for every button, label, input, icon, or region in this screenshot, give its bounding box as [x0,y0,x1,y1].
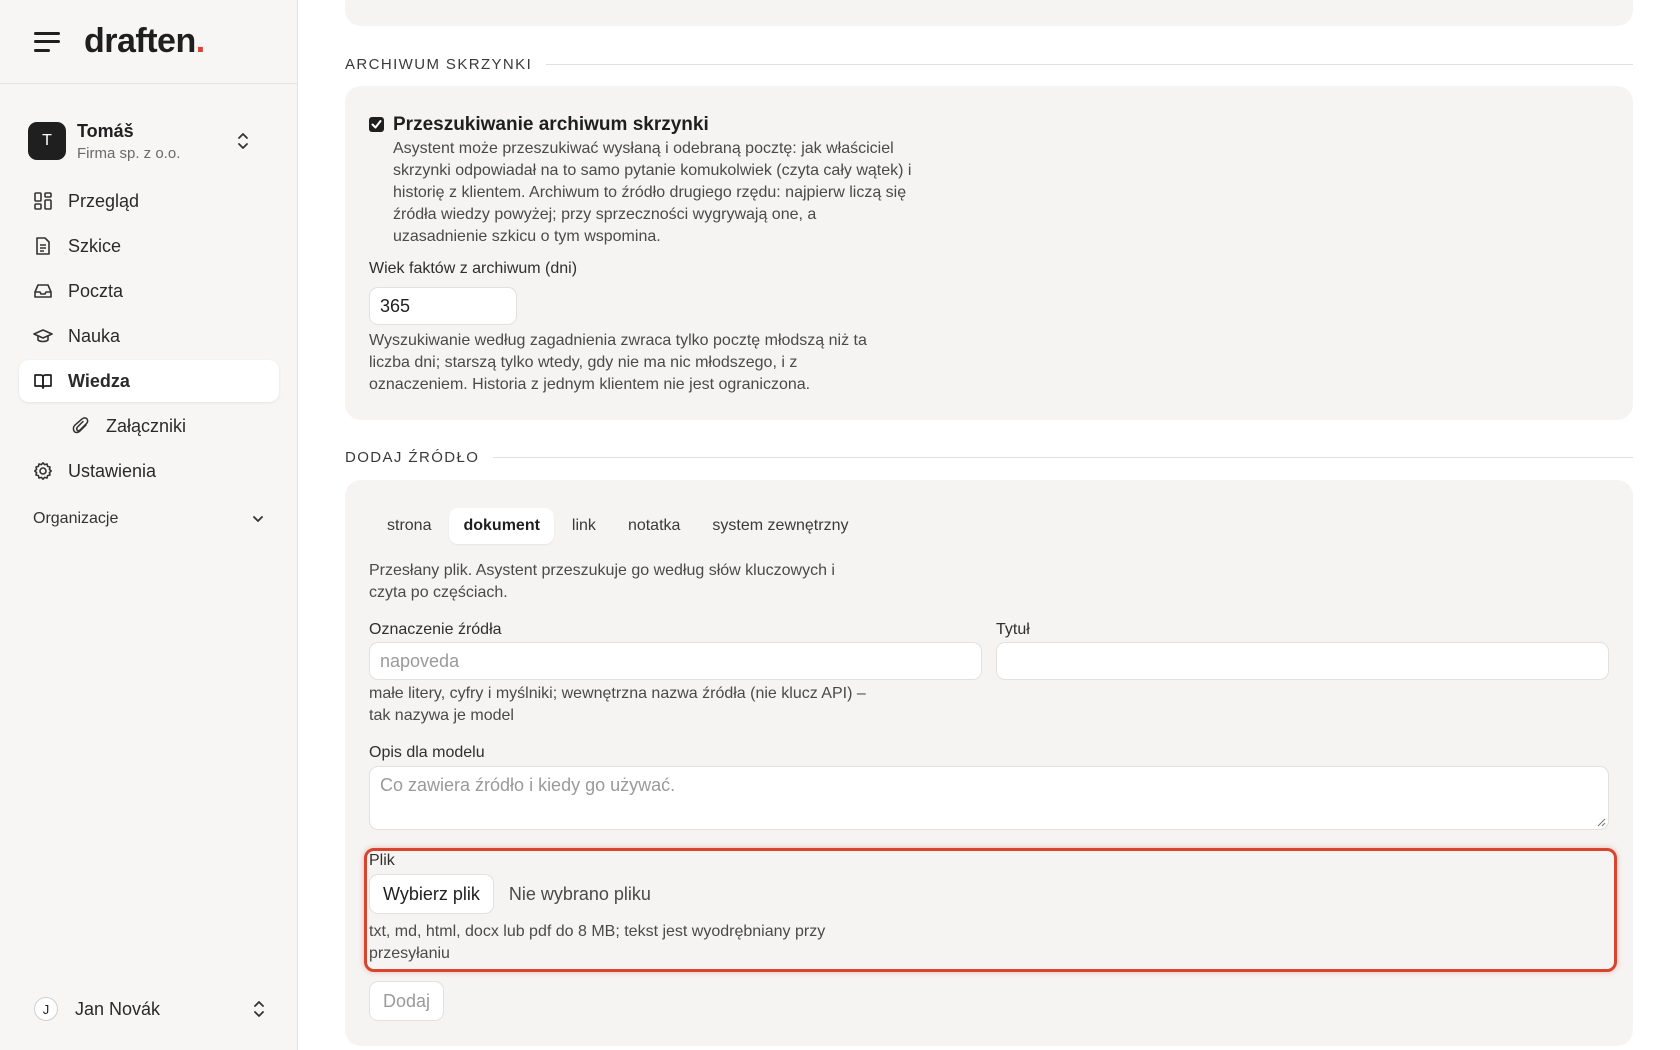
paperclip-icon [71,416,91,436]
section-heading: ARCHIWUM SKRZYNKI [345,56,533,73]
archive-search-description: Asystent może przeszukiwać wysłaną i ode… [393,140,912,245]
organizations-toggle[interactable]: Organizacje [33,510,265,528]
tab-dokument[interactable]: dokument [449,508,554,544]
sidebar-item-label: Nauka [68,325,121,346]
dashboard-icon [33,191,53,211]
sidebar-item-knowledge[interactable]: Wiedza [19,360,279,402]
source-id-placeholder: napoveda [380,650,460,671]
sidebar-item-drafts[interactable]: Szkice [19,225,279,267]
model-description-placeholder: Co zawiera źródło i kiedy go używać. [380,775,676,795]
logo[interactable]: draften. [84,22,205,61]
sidebar-item-attachments[interactable]: Załączniki [19,405,279,447]
sidebar-item-settings[interactable]: Ustawienia [19,450,279,492]
archive-age-label: Wiek faktów z archiwum (dni) [369,260,578,277]
tab-link[interactable]: link [558,508,610,544]
user-name: Jan Novák [75,998,161,1019]
source-title-input[interactable] [996,642,1609,680]
sidebar-item-learning[interactable]: Nauka [19,315,279,357]
resize-handle-icon[interactable] [1596,817,1606,827]
sidebar-item-label: Wiedza [68,370,130,391]
book-open-icon [33,371,53,391]
source-title-label: Tytuł [996,621,1030,638]
sidebar-nav: Przegląd Szkice Poczta Nauka Wiedza Załą… [19,180,279,495]
model-description-textarea[interactable]: Co zawiera źródło i kiedy go używać. [369,766,1609,830]
account-switcher[interactable]: T Tomáš Firma sp. z o.o. [28,118,272,164]
account-avatar: T [28,122,66,160]
previous-card [345,0,1633,26]
section-heading: DODAJ ŹRÓDŁO [345,449,480,466]
inbox-icon [33,281,53,301]
sidebar: draften. T Tomáš Firma sp. z o.o. Przegl… [0,0,298,1050]
sidebar-item-label: Ustawienia [68,460,157,481]
source-id-help: małe litery, cyfry i myślniki; wewnętrzn… [369,685,866,724]
check-icon [371,120,382,129]
gear-icon [33,461,53,481]
tab-strona[interactable]: strona [373,508,445,544]
brand-header: draften. [0,0,297,84]
sidebar-item-mail[interactable]: Poczta [19,270,279,312]
source-type-tabs: strona dokument link notatka system zewn… [373,508,866,544]
sidebar-item-label: Przegląd [68,190,140,211]
tab-notatka[interactable]: notatka [614,508,694,544]
archive-card: Przeszukiwanie archiwum skrzynki Asysten… [345,86,1633,420]
model-description-label: Opis dla modelu [369,744,485,761]
source-type-description: Przesłany plik. Asystent przeszukuje go … [369,562,835,601]
sidebar-item-label: Poczta [68,280,124,301]
menu-icon[interactable] [34,31,60,52]
archive-age-input[interactable]: 365 [369,287,517,325]
account-name: Tomáš [77,120,134,141]
organizations-label: Organizacje [33,510,119,527]
sidebar-item-label: Załączniki [106,415,187,436]
user-menu[interactable]: J Jan Novák [34,995,266,1023]
graduation-cap-icon [33,326,53,346]
sidebar-item-label: Szkice [68,235,122,256]
main-content: ARCHIWUM SKRZYNKI Przeszukiwanie archiwu… [345,0,1633,1050]
file-field-highlight [364,848,1617,972]
sidebar-item-overview[interactable]: Przegląd [19,180,279,222]
chevron-updown-icon [238,133,248,149]
user-avatar: J [34,997,58,1021]
add-source-section-title: DODAJ ŹRÓDŁO [345,449,1633,466]
account-org: Firma sp. z o.o. [77,144,181,162]
archive-search-label[interactable]: Przeszukiwanie archiwum skrzynki [393,114,913,136]
add-source-button[interactable]: Dodaj [369,981,445,1021]
source-id-label: Oznaczenie źródła [369,621,502,638]
source-id-input[interactable]: napoveda [369,642,982,680]
archive-age-value: 365 [380,295,411,316]
archive-section-title: ARCHIWUM SKRZYNKI [345,56,1633,73]
archive-search-checkbox[interactable] [369,117,384,132]
archive-age-help: Wyszukiwanie według zagadnienia zwraca t… [369,332,867,393]
add-source-card: strona dokument link notatka system zewn… [345,480,1633,1046]
chevron-down-icon [253,516,263,522]
document-icon [33,236,53,256]
tab-system-zewnetrzny[interactable]: system zewnętrzny [698,508,862,544]
chevron-updown-icon [254,1001,264,1017]
